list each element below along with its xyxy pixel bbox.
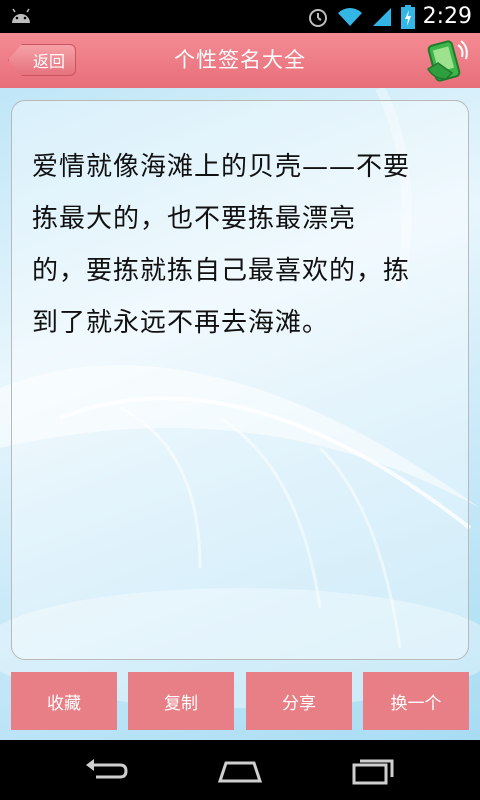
action-bar: 收藏 复制 分享 换一个 [0,672,480,730]
signature-line: 爱情就像海滩上的贝壳——不要 [32,152,411,182]
wifi-icon [337,7,362,26]
back-button[interactable]: 返回 [8,44,76,76]
signature-line: 的，要拣就拣自己最喜欢的，拣 [32,256,411,286]
signal-icon [372,7,391,26]
recents-icon[interactable] [350,755,398,785]
status-time: 2:29 [422,4,472,29]
back-icon[interactable] [82,755,130,785]
navigation-bar [0,740,480,800]
next-button[interactable]: 换一个 [363,672,469,730]
alarm-icon [308,8,327,27]
signature-card: 爱情就像海滩上的贝壳——不要 拣最大的，也不要拣最漂亮 的，要拣就拣自己最喜欢的… [11,100,469,660]
copy-button[interactable]: 复制 [128,672,234,730]
signature-text: 爱情就像海滩上的贝壳——不要 拣最大的，也不要拣最漂亮 的，要拣就拣自己最喜欢的… [32,141,452,349]
app-bar: 个性签名大全 返回 [0,33,480,96]
content-area: 爱情就像海滩上的贝壳——不要 拣最大的，也不要拣最漂亮 的，要拣就拣自己最喜欢的… [0,88,480,740]
battery-icon [400,4,415,29]
signature-line: 拣最大的，也不要拣最漂亮 [32,204,357,234]
favorite-button[interactable]: 收藏 [11,672,117,730]
signature-line: 到了就永远不再去海滩。 [32,308,330,338]
shake-phone-icon[interactable] [424,39,468,83]
android-icon [12,8,30,23]
share-button[interactable]: 分享 [246,672,352,730]
status-bar: 2:29 [0,0,480,33]
home-icon[interactable] [216,755,264,785]
